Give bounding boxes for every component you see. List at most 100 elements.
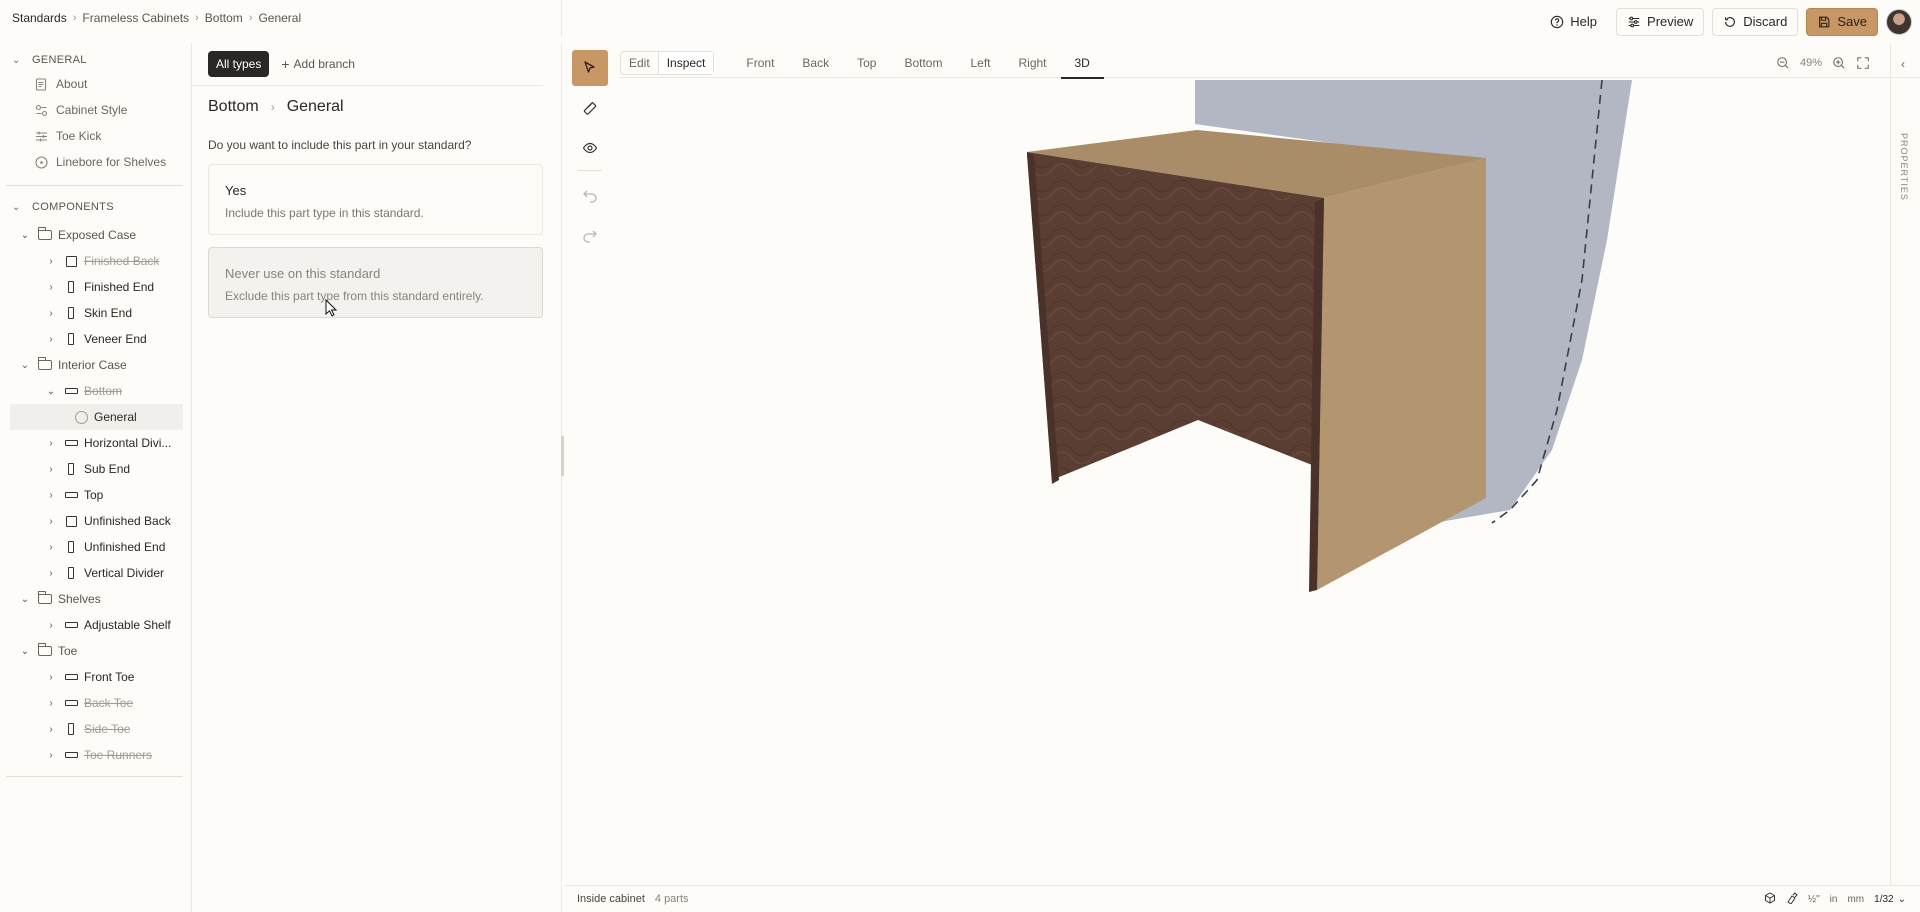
sidebar-item-toe-kick[interactable]: Toe Kick — [0, 123, 191, 149]
chevron-right-icon[interactable]: › — [46, 282, 56, 293]
chevron-right-icon[interactable]: › — [46, 750, 56, 761]
all-types-button[interactable]: All types — [208, 51, 270, 77]
tree-item-horizontal-divi[interactable]: › Horizontal Divi... — [0, 430, 191, 456]
tree-item-front-toe[interactable]: › Front Toe — [0, 664, 191, 690]
sidebar-item-about[interactable]: About — [0, 71, 191, 97]
tree-item-finished-back[interactable]: › Finished Back — [0, 248, 191, 274]
tree-item-top[interactable]: › Top — [0, 482, 191, 508]
chevron-down-icon[interactable]: ⌄ — [20, 230, 30, 241]
tree-item-shelves[interactable]: ⌄ Shelves — [0, 586, 191, 612]
tab-bottom[interactable]: Bottom — [890, 48, 956, 78]
sidebar-divider — [6, 776, 183, 777]
user-avatar[interactable] — [1886, 8, 1912, 35]
tree-item-back-toe[interactable]: › Back Toe — [0, 690, 191, 716]
precision-select[interactable]: 1/32 ⌄ — [1874, 894, 1906, 905]
components-section-header[interactable]: ⌄ COMPONENTS — [0, 196, 191, 218]
tree-item-skin-end[interactable]: › Skin End — [0, 300, 191, 326]
chevron-right-icon[interactable]: › — [46, 672, 56, 683]
tree-item-veneer-end[interactable]: › Veneer End — [0, 326, 191, 352]
zoom-in-icon[interactable] — [1832, 56, 1846, 70]
tree-item-finished-end[interactable]: › Finished End — [0, 274, 191, 300]
tab-right[interactable]: Right — [1004, 48, 1060, 78]
chevron-right-icon[interactable]: › — [46, 490, 56, 501]
mode-inspect[interactable]: Inspect — [657, 51, 714, 74]
preview-button[interactable]: Preview — [1616, 7, 1705, 36]
tab-3d[interactable]: 3D — [1060, 48, 1105, 79]
panel-resize-handle[interactable] — [561, 436, 564, 476]
tree-item-label: Veneer End — [84, 332, 147, 346]
circle-icon — [74, 410, 88, 424]
chevron-right-icon[interactable]: › — [46, 438, 56, 449]
detail-crumb-bottom[interactable]: Bottom — [208, 98, 259, 116]
horizontal-panel-icon — [64, 696, 78, 710]
fullscreen-icon[interactable] — [1856, 56, 1870, 70]
zoom-controls: 49% — [1776, 48, 1870, 78]
chevron-right-icon[interactable]: › — [46, 698, 56, 709]
help-button[interactable]: Help — [1539, 8, 1608, 36]
chevron-right-icon[interactable]: › — [46, 724, 56, 735]
chevron-right-icon[interactable]: › — [46, 256, 56, 267]
add-branch-button[interactable]: + Add branch — [281, 56, 355, 72]
select-tool[interactable] — [572, 50, 608, 86]
save-button[interactable]: Save — [1806, 7, 1878, 36]
tree-item-bottom[interactable]: ⌄ Bottom — [0, 378, 191, 404]
chevron-left-icon[interactable]: ‹ — [1901, 57, 1905, 71]
unit-millimeters[interactable]: mm — [1847, 894, 1864, 905]
sidebar-item-linebore[interactable]: Linebore for Shelves — [0, 149, 191, 175]
chevron-right-icon[interactable]: › — [46, 516, 56, 527]
icon-shape — [64, 440, 78, 446]
chevron-right-icon[interactable]: › — [46, 568, 56, 579]
chevron-right-icon[interactable]: › — [46, 542, 56, 553]
option-yes[interactable]: Yes Include this part type in this stand… — [208, 164, 543, 235]
tree-item-toe-runners[interactable]: › Toe Runners — [0, 742, 191, 768]
tab-back[interactable]: Back — [788, 48, 843, 78]
visibility-tool[interactable] — [572, 130, 608, 166]
tree-item-unfinished-end[interactable]: › Unfinished End — [0, 534, 191, 560]
chevron-down-icon[interactable]: ⌄ — [20, 594, 30, 605]
component-tree: ⌄ Exposed Case › Finished Back › Finished End… — [0, 222, 191, 768]
cube-icon[interactable] — [1764, 892, 1776, 907]
chevron-down-icon[interactable]: ⌄ — [46, 386, 56, 397]
properties-label[interactable]: PROPERTIES — [1899, 133, 1909, 201]
measure-tool[interactable] — [572, 90, 608, 126]
breadcrumb-frameless-cabinets[interactable]: Frameless Cabinets — [82, 11, 189, 25]
tree-item-exposed-case[interactable]: ⌄ Exposed Case — [0, 222, 191, 248]
paint-icon[interactable] — [1786, 892, 1798, 907]
redo-button[interactable] — [572, 217, 608, 253]
unit-inches[interactable]: in — [1830, 894, 1838, 905]
cabinet-3d-render[interactable] — [612, 80, 1890, 886]
3d-viewport[interactable] — [612, 80, 1890, 886]
chevron-right-icon[interactable]: › — [46, 464, 56, 475]
chevron-right-icon[interactable]: › — [46, 620, 56, 631]
tree-item-sub-end[interactable]: › Sub End — [0, 456, 191, 482]
tree-item-toe[interactable]: ⌄ Toe — [0, 638, 191, 664]
tree-item-side-toe[interactable]: › Side Toe — [0, 716, 191, 742]
chevron-right-icon[interactable]: › — [46, 308, 56, 319]
tab-left[interactable]: Left — [956, 48, 1004, 78]
undo-button[interactable] — [572, 177, 608, 213]
tab-front[interactable]: Front — [732, 48, 788, 78]
tree-item-vertical-divider[interactable]: › Vertical Divider — [0, 560, 191, 586]
tree-item-unfinished-back[interactable]: › Unfinished Back — [0, 508, 191, 534]
chevron-right-icon[interactable]: › — [46, 334, 56, 345]
chevron-down-icon[interactable]: ⌄ — [20, 360, 30, 371]
discard-button[interactable]: Discard — [1712, 7, 1799, 36]
mode-edit[interactable]: Edit — [621, 52, 658, 74]
icon-shape — [68, 307, 74, 319]
zoom-out-icon[interactable] — [1776, 56, 1790, 70]
sidebar-item-cabinet-style[interactable]: Cabinet Style — [0, 97, 191, 123]
mouse-cursor-icon — [325, 299, 337, 317]
unit-fraction[interactable]: ½" — [1808, 894, 1820, 905]
chevron-down-icon[interactable]: ⌄ — [20, 646, 30, 657]
tree-item-interior-case[interactable]: ⌄ Interior Case — [0, 352, 191, 378]
tree-item-general[interactable]: General — [10, 404, 183, 430]
tree-item-adjustable-shelf[interactable]: › Adjustable Shelf — [0, 612, 191, 638]
sidebar-item-label: Toe Kick — [56, 129, 102, 143]
tab-top[interactable]: Top — [843, 48, 890, 78]
option-never-use[interactable]: Never use on this standard Exclude this … — [208, 247, 543, 318]
eye-icon — [582, 142, 598, 154]
breadcrumb-bottom[interactable]: Bottom — [205, 11, 243, 25]
breadcrumb-standards[interactable]: Standards — [12, 11, 67, 25]
general-section-header[interactable]: ⌄ GENERAL — [0, 49, 191, 71]
cabinet-front-panel — [1027, 155, 1324, 590]
